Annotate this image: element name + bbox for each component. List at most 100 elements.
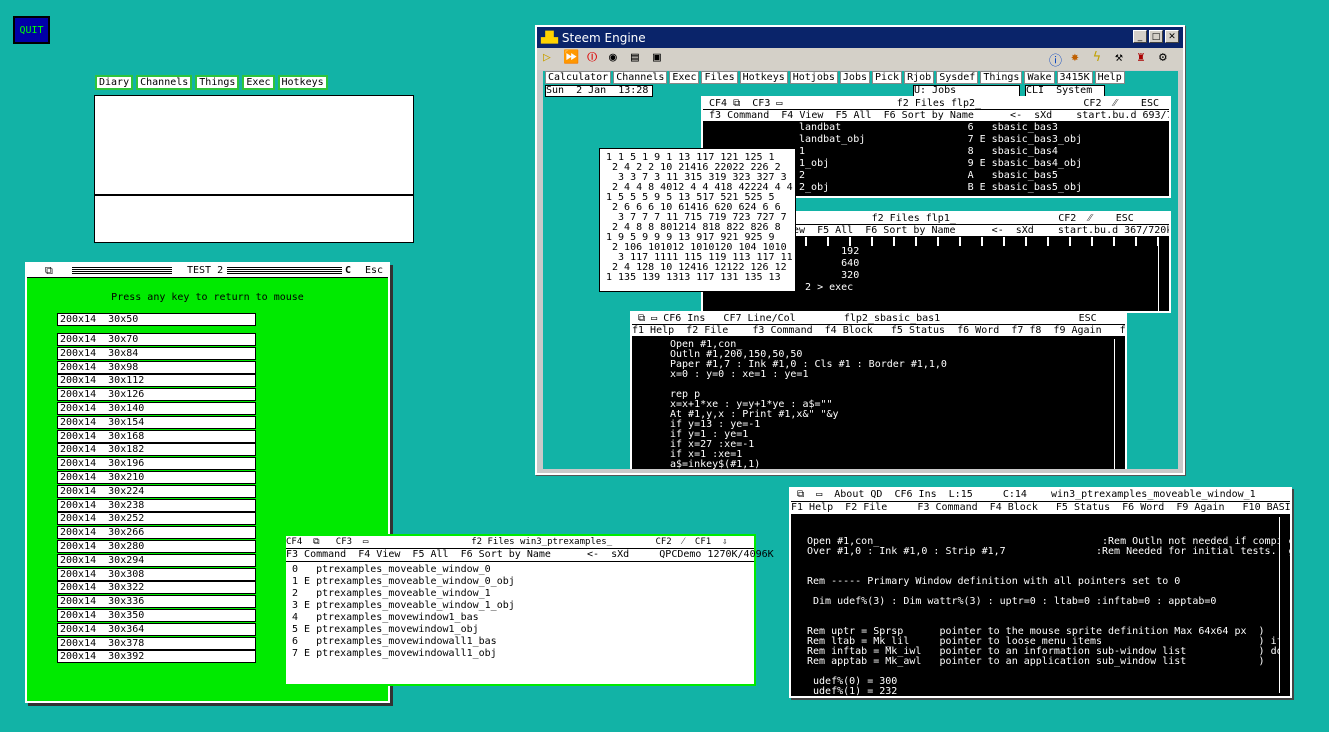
coord-row[interactable]: 200x14 30x196	[57, 457, 256, 471]
quit-button[interactable]: QUIT	[13, 16, 50, 44]
coord-row[interactable]: 200x14 30x210	[57, 471, 256, 484]
editor-menu[interactable]: f1 Help f2 File f3 Command f4 Block f5 S…	[632, 325, 1125, 337]
editor-header[interactable]: ⧉ ▭ CF6 Ins CF7 Line/Col flp2_sbasic_bas…	[632, 313, 1125, 325]
disk-icon[interactable]: ▤	[631, 50, 639, 65]
file-entry[interactable]: 320	[793, 270, 1169, 282]
file-entry[interactable]: 2 > exec	[793, 282, 1169, 294]
minimize-button[interactable]: _	[1133, 30, 1147, 43]
fast-forward-icon[interactable]: ⏩	[563, 50, 579, 65]
coord-row[interactable]: 200x14 30x364	[57, 622, 256, 636]
qd-code[interactable]: Open #1,con_ :Rem Outln not needed if co…	[791, 515, 1290, 697]
info-icon[interactable]: ⓘ	[1049, 50, 1062, 69]
coord-row[interactable]: 200x14 30x322	[57, 581, 256, 595]
flp1-scrollbar[interactable]	[1158, 237, 1167, 311]
coord-row[interactable]: 200x14 30x126	[57, 388, 256, 402]
patches-icon[interactable]: ✸	[1071, 50, 1079, 65]
coord-row[interactable]: 200x14 30x308	[57, 567, 256, 581]
file-entry[interactable]: 2_obj B E sbasic_bas5_obj	[793, 182, 1169, 194]
flp2-menu[interactable]: f3 Command F4 View F5 All F6 Sort by Nam…	[703, 110, 1169, 122]
qd-scrollbar[interactable]	[1279, 517, 1288, 693]
menu-hotkeys[interactable]: Hotkeys	[277, 75, 328, 90]
file-entry[interactable]: 4 ptrexamples_movewindow1_bas	[292, 612, 754, 624]
options-icon[interactable]: ⚙	[1159, 50, 1167, 65]
coord-row[interactable]: 200x14 30x350	[57, 609, 256, 622]
editor-code[interactable]: Open #1,con_ Outln #1,200,150,50,50 Paper …	[632, 337, 1125, 470]
file-entry[interactable]: 192	[793, 246, 1169, 258]
coord-row[interactable]: 200x14 30x224	[57, 484, 256, 498]
editor-scrollbar[interactable]	[1114, 339, 1123, 469]
ptfiles-menu[interactable]: F3 Command F4 View F5 All F6 Sort by Nam…	[286, 549, 774, 562]
joystick-icon[interactable]: ◉	[609, 50, 617, 65]
steem-menu-item[interactable]: Files	[701, 71, 738, 84]
steem-menu-item[interactable]: Sysdef	[936, 71, 979, 84]
menu-things[interactable]: Things	[195, 75, 240, 90]
steem-menu-item[interactable]: Hotjobs	[789, 71, 838, 84]
file-entry[interactable]: 0 ptrexamples_moveable_window_0	[292, 564, 754, 576]
coord-row[interactable]: 200x14 30x252	[57, 512, 256, 526]
esc-button[interactable]: Esc	[365, 264, 383, 277]
coord-row[interactable]: 200x14 30x70	[57, 333, 256, 346]
qd-header[interactable]: ⧉ ▭ About QD CF6 Ins L:15 C:14 win3_ptre…	[791, 489, 1290, 502]
file-entry[interactable]: 1 8 sbasic_bas4	[793, 146, 1169, 158]
steem-menu-item[interactable]: Pick	[872, 71, 903, 84]
steem-titlebar[interactable]: ▟▙ Steem Engine _ □ ✕	[537, 27, 1183, 48]
menu-exec[interactable]: Exec	[242, 75, 275, 90]
move-icon[interactable]: ⧉	[45, 264, 53, 278]
basic-editor-window[interactable]: ⧉ ▭ CF6 Ins CF7 Line/Col flp2_sbasic_bas…	[630, 311, 1127, 469]
coord-row[interactable]: 200x14 30x266	[57, 526, 256, 540]
coord-row[interactable]: 200x14 30x336	[57, 595, 256, 609]
maximize-button[interactable]: □	[1149, 30, 1163, 43]
reset-icon[interactable]: ⏼	[587, 50, 597, 65]
steem-menu-item[interactable]: Hotkeys	[739, 71, 788, 84]
coord-row[interactable]: 200x14 30x84	[57, 346, 256, 360]
shortcuts-icon[interactable]: ϟ	[1093, 50, 1101, 65]
qd-editor-window[interactable]: ⧉ ▭ About QD CF6 Ins L:15 C:14 win3_ptre…	[789, 487, 1292, 698]
coord-row[interactable]: 200x14 30x168	[57, 429, 256, 443]
flp2-header[interactable]: CF4 ⧉ CF3 ▭ f2 Files flp2_ CF2 ⁄⁄ ESC	[703, 98, 1169, 110]
qd-menu[interactable]: F1 Help F2 File F3 Command F4 Block F5 S…	[791, 502, 1290, 515]
steem-menu-item[interactable]: Calculator	[545, 71, 612, 84]
clipboard-icon[interactable]: ▣	[653, 50, 661, 65]
file-entry[interactable]: 1 E ptrexamples_moveable_window_0_obj	[292, 576, 754, 588]
file-entry[interactable]: 2 ptrexamples_moveable_window_1	[292, 588, 754, 600]
file-entry[interactable]: 640	[793, 258, 1169, 270]
steem-menu-item[interactable]: Wake	[1024, 71, 1055, 84]
file-entry[interactable]: 1_obj 9 E sbasic_bas4_obj	[793, 158, 1169, 170]
files-ptrexamples-window[interactable]: CF4 ⧉ CF3 ▭ f2 Files win3_ptrexamples_ C…	[284, 534, 774, 686]
close-button[interactable]: C	[345, 264, 351, 277]
steem-menu-item[interactable]: Things	[980, 71, 1023, 84]
coord-row[interactable]: 200x14 30x154	[57, 415, 256, 429]
coord-row[interactable]: 200x14 30x112	[57, 374, 256, 388]
joysticks-icon[interactable]: ♜	[1137, 50, 1145, 65]
close-icon[interactable]: ✕	[1165, 30, 1179, 43]
tools-icon[interactable]: ⚒	[1115, 50, 1123, 65]
test2-titlebar[interactable]: ⧉ TEST 2 C Esc	[27, 264, 388, 278]
file-entry[interactable]: 7 E ptrexamples_movewindowall1_obj	[292, 648, 754, 660]
file-entry[interactable]: landbat 6 sbasic_bas3	[793, 122, 1169, 134]
ptfiles-header[interactable]: CF4 ⧉ CF3 ▭ f2 Files win3_ptrexamples_ C…	[286, 536, 754, 549]
steem-menu-item[interactable]: Help	[1094, 71, 1125, 84]
file-entry[interactable]: 3 E ptrexamples_moveable_window_1_obj	[292, 600, 754, 612]
play-icon[interactable]: ▷	[543, 50, 551, 65]
coord-row[interactable]: 200x14 30x392	[57, 650, 256, 664]
steem-menu-item[interactable]: Rjob	[904, 71, 935, 84]
file-entry[interactable]: 2 A sbasic_bas5	[793, 170, 1169, 182]
steem-menu-item[interactable]: Exec	[669, 71, 700, 84]
menu-channels[interactable]: Channels	[136, 75, 193, 90]
file-entry[interactable]: 6 ptrexamples_movewindowall1_bas	[292, 636, 754, 648]
steem-menu-item[interactable]: Channels	[613, 71, 668, 84]
menu-diary[interactable]: Diary	[95, 75, 134, 90]
coord-row[interactable]: 200x14 30x294	[57, 553, 256, 567]
coord-row[interactable]: 200x14 30x140	[57, 402, 256, 415]
coord-row[interactable]: 200x14 30x98	[57, 360, 256, 374]
file-entry[interactable]: landbat_obj 7 E sbasic_bas3_obj	[793, 134, 1169, 146]
steem-menu-item[interactable]: Jobs	[839, 71, 870, 84]
coord-row[interactable]: 200x14 30x182	[57, 443, 256, 457]
coord-row[interactable]: 200x14 30x378	[57, 636, 256, 650]
steem-menu-item[interactable]: 3415K	[1056, 71, 1093, 84]
coord-row[interactable]: 200x14 30x238	[57, 498, 256, 512]
coord-row[interactable]: 200x14 30x50	[57, 313, 256, 326]
file-entry[interactable]: 5 E ptrexamples_movewindow1_obj	[292, 624, 754, 636]
emulator-screen[interactable]: Calculator Channels Exec Files Hotkeys Hotjob…	[543, 71, 1178, 469]
coord-row[interactable]: 200x14 30x280	[57, 540, 256, 553]
